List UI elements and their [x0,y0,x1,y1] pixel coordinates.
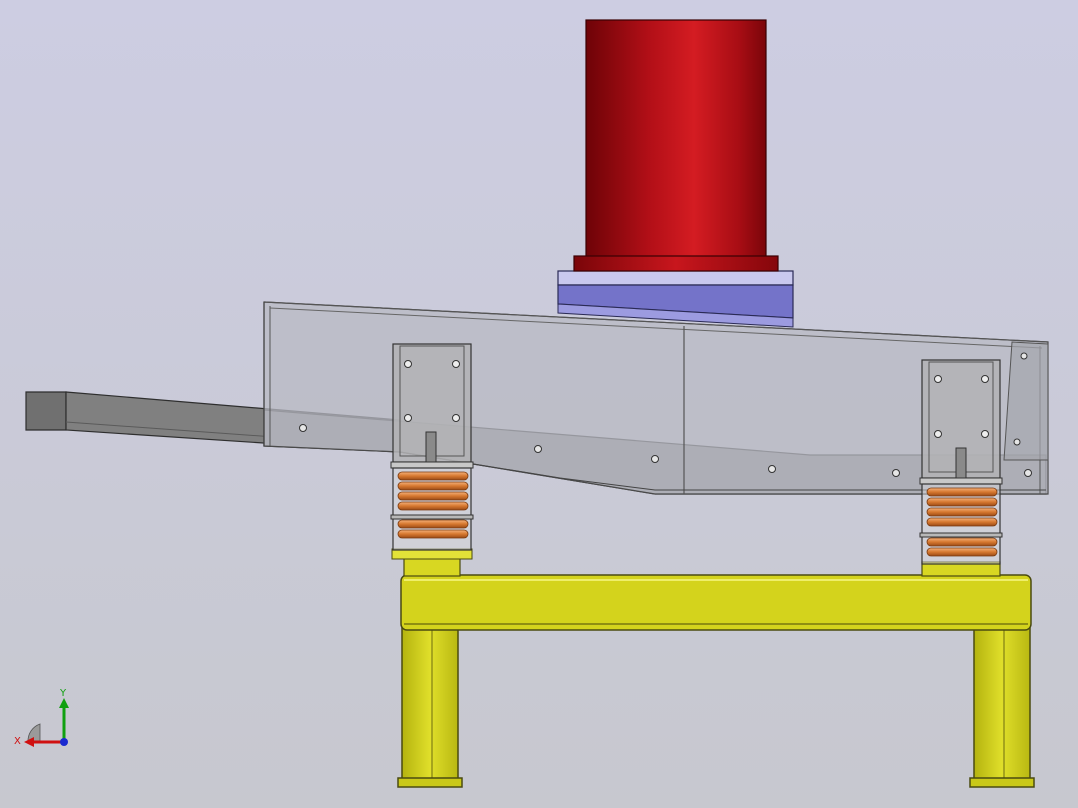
vibration-motor[interactable] [573,19,779,272]
stand-foot-left [397,777,463,788]
x-axis-label: X [14,736,21,747]
spring-assembly-left[interactable] [390,343,474,551]
spring-assembly-right[interactable] [919,359,1003,565]
z-axis-dot [60,738,68,746]
y-axis-label: Y [59,688,67,699]
3d-viewport[interactable]: Y X [0,0,1078,808]
coil-spring-right [926,487,998,557]
feeder-assembly-model[interactable] [0,0,1078,808]
spring-seat-left [403,557,461,577]
stand-leg-left [401,627,459,781]
stand-foot-right [969,777,1035,788]
coil-spring-left [397,471,469,539]
orientation-triad: Y X [14,688,69,747]
stand-leg-right [973,627,1031,781]
stand-top-beam [400,574,1032,631]
